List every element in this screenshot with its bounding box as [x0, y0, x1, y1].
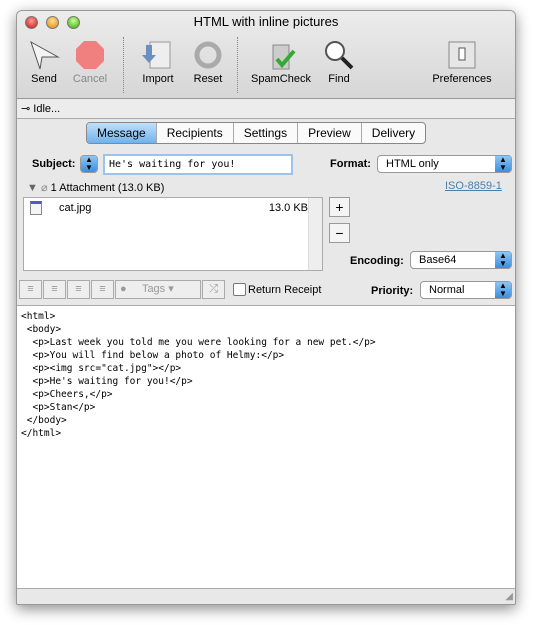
align-left-button[interactable]: ≡: [19, 280, 42, 299]
body-line: <html>: [21, 311, 56, 322]
person-icon: ●: [120, 283, 127, 295]
justify-button[interactable]: ≡: [91, 280, 114, 299]
body-line: <p>Last week you told me you were lookin…: [21, 337, 376, 348]
trash-check-icon: [272, 44, 296, 70]
window-title: HTML with inline pictures: [193, 14, 339, 29]
cancel-button[interactable]: Cancel: [60, 39, 120, 85]
attachment-list: cat.jpg 13.0 KB: [23, 197, 323, 271]
tab-message[interactable]: Message: [87, 123, 157, 143]
list-item[interactable]: cat.jpg 13.0 KB: [24, 198, 322, 216]
stop-icon: [76, 41, 104, 69]
charset-link[interactable]: ISO-8859-1: [445, 180, 502, 192]
priority-select[interactable]: Normal ▲ ▼: [420, 281, 512, 299]
reset-button[interactable]: Reset: [178, 39, 238, 85]
remove-attachment-button[interactable]: −: [329, 223, 350, 243]
body-line: <p>He's waiting for you!</p>: [21, 376, 193, 387]
subject-label: Subject:: [32, 158, 76, 170]
encoding-select[interactable]: Base64 ▲ ▼: [410, 251, 512, 269]
align-right-button[interactable]: ≡: [67, 280, 90, 299]
tab-preview[interactable]: Preview: [298, 123, 362, 143]
body-line: </html>: [21, 428, 62, 439]
paperclip-icon: ⌀: [40, 182, 48, 194]
return-receipt-checkbox[interactable]: Return Receipt: [233, 283, 321, 296]
image-file-icon: [30, 201, 42, 215]
switch-icon: [448, 41, 476, 69]
resize-grip-icon[interactable]: ◢: [505, 591, 513, 602]
body-line: <p><img src="cat.jpg"></p>: [21, 363, 182, 374]
align-center-button[interactable]: ≡: [43, 280, 66, 299]
spamcheck-button[interactable]: SpamCheck: [251, 39, 311, 85]
body-line: <body>: [21, 324, 62, 335]
tags-menu[interactable]: ● Tags ▾: [115, 280, 201, 299]
tab-delivery[interactable]: Delivery: [362, 123, 425, 143]
title-toolbar: HTML with inline pictures Send Cancel Im…: [17, 11, 515, 99]
preferences-button[interactable]: Preferences: [427, 39, 497, 85]
import-icon: [142, 41, 171, 69]
body-line: <p>Cheers,</p>: [21, 389, 113, 400]
format-select[interactable]: HTML only ▲ ▼: [377, 155, 512, 173]
body-line: <p>Stan</p>: [21, 402, 96, 413]
encoding-label: Encoding:: [350, 255, 404, 267]
list-scrollbar[interactable]: [308, 198, 322, 270]
attachments-header[interactable]: ▼ ⌀ 1 Attachment (13.0 KB): [27, 181, 164, 194]
refresh-icon: [194, 41, 222, 69]
shuffle-button[interactable]: ⤮: [202, 280, 225, 299]
body-line: </body>: [21, 415, 67, 426]
body-line: <p>You will find below a photo of Helmy:…: [21, 350, 285, 361]
checkbox-box[interactable]: [233, 283, 246, 296]
disclosure-triangle-icon[interactable]: ▼: [27, 182, 38, 194]
status-bar: ⊸ Idle...: [17, 99, 515, 119]
add-attachment-button[interactable]: +: [329, 197, 350, 217]
subject-history-popup[interactable]: ▲ ▼: [80, 155, 98, 173]
magnifier-icon: [325, 41, 354, 70]
priority-label: Priority:: [371, 285, 414, 297]
tab-recipients[interactable]: Recipients: [157, 123, 234, 143]
subject-input[interactable]: He's waiting for you!: [103, 154, 293, 175]
format-toolbar: ≡ ≡ ≡ ≡ ● Tags ▾ ⤮: [19, 280, 226, 299]
connection-icon: ⊸: [21, 103, 31, 115]
paper-plane-icon: [30, 40, 60, 70]
tab-settings[interactable]: Settings: [234, 123, 299, 143]
find-button[interactable]: Find: [309, 39, 369, 85]
format-label: Format:: [330, 158, 371, 170]
app-window: HTML with inline pictures Send Cancel Im…: [16, 10, 516, 605]
tab-bar: Message Recipients Settings Preview Deli…: [86, 122, 427, 144]
message-body-editor[interactable]: <html> <body> <p>Last week you told me y…: [17, 305, 515, 589]
